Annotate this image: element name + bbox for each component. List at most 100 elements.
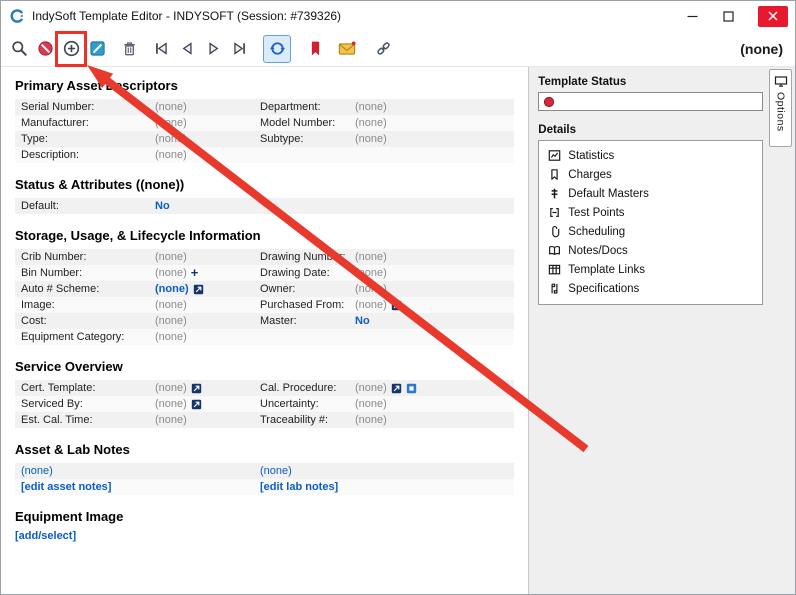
section-title: Status & Attributes ((none)) xyxy=(15,177,185,192)
scheduling-icon xyxy=(552,225,560,238)
charges-icon xyxy=(551,169,558,180)
titlebar: IndySoft Template Editor - INDYSOFT (Ses… xyxy=(1,1,795,31)
section-title: Storage, Usage, & Lifecycle Information xyxy=(15,228,261,243)
lab-notes-value: (none) xyxy=(260,465,292,477)
details-item-specifications[interactable]: Specifications xyxy=(539,279,762,298)
window-controls xyxy=(674,3,795,29)
template-editor-main: Primary Asset Descriptors Serial Number:… xyxy=(1,67,529,594)
details-item-label: Default Masters xyxy=(568,187,649,200)
field-value: (none) xyxy=(155,251,187,263)
maximize-button[interactable] xyxy=(710,3,746,29)
template-status-field[interactable] xyxy=(538,92,763,111)
close-button[interactable] xyxy=(758,5,788,27)
add-select-image-link[interactable]: [add/select] xyxy=(15,530,514,542)
delete-record-button[interactable] xyxy=(117,36,141,62)
details-item-notes-docs[interactable]: Notes/Docs xyxy=(539,241,762,260)
field-label: Master: xyxy=(260,315,297,327)
details-item-label: Test Points xyxy=(568,206,625,219)
details-item-scheduling[interactable]: Scheduling xyxy=(539,222,762,241)
details-item-label: Specifications xyxy=(568,282,640,295)
field-label: Uncertainty: xyxy=(260,398,319,410)
details-item-label: Statistics xyxy=(568,149,615,162)
edit-record-icon xyxy=(89,41,105,56)
section-title: Service Overview xyxy=(15,359,123,374)
email-button[interactable] xyxy=(335,36,359,62)
field-label: Model Number: xyxy=(260,117,336,129)
window-title: IndySoft Template Editor - INDYSOFT (Ses… xyxy=(32,9,342,23)
maximize-icon xyxy=(722,10,734,22)
field-label: Purchased From: xyxy=(260,299,345,311)
field-label: Image: xyxy=(21,299,55,311)
lookup-icon[interactable] xyxy=(391,300,402,311)
field-value: (none) xyxy=(155,101,187,113)
lookup-icon[interactable] xyxy=(191,383,202,394)
field-label: Serial Number: xyxy=(21,101,95,113)
lookup-icon[interactable] xyxy=(391,383,402,394)
details-item-label: Scheduling xyxy=(568,225,626,238)
details-label: Details xyxy=(538,124,577,136)
details-item-statistics[interactable]: Statistics xyxy=(539,146,762,165)
field-label: Bin Number: xyxy=(21,267,83,279)
field-row: Cost: (none) Master: No xyxy=(15,313,515,329)
field-value: (none) xyxy=(155,398,187,410)
nav-prev-icon xyxy=(182,42,192,55)
field-value[interactable]: No xyxy=(355,315,514,327)
section-storage: Storage, Usage, & Lifecycle Information … xyxy=(15,228,515,345)
add-record-button[interactable] xyxy=(55,30,87,67)
field-value-link[interactable]: (none) xyxy=(155,283,189,295)
field-value: (none) xyxy=(355,117,387,129)
nav-last-button[interactable] xyxy=(227,36,251,62)
field-value: (none) xyxy=(355,251,387,263)
field-label: Crib Number: xyxy=(21,251,87,263)
details-item-default-masters[interactable]: Default Masters xyxy=(539,184,762,203)
field-value[interactable]: No xyxy=(155,200,260,212)
view-icon[interactable] xyxy=(406,383,417,394)
template-links-icon xyxy=(549,264,561,275)
details-item-label: Notes/Docs xyxy=(568,244,628,257)
nav-first-button[interactable] xyxy=(149,36,173,62)
details-item-charges[interactable]: Charges xyxy=(539,165,762,184)
nav-prev-button[interactable] xyxy=(175,36,199,62)
options-tab[interactable]: Options xyxy=(769,69,792,147)
add-bin-icon[interactable]: + xyxy=(191,266,199,279)
clear-record-button[interactable] xyxy=(33,36,57,62)
nav-first-icon xyxy=(155,42,167,55)
link-button[interactable] xyxy=(371,36,395,62)
lookup-icon[interactable] xyxy=(191,399,202,410)
field-value: (none) xyxy=(155,315,187,327)
search-button[interactable] xyxy=(7,36,31,62)
edit-record-button[interactable] xyxy=(85,36,109,62)
refresh-button[interactable] xyxy=(263,34,291,63)
field-value: (none) xyxy=(355,283,387,295)
nav-last-icon xyxy=(233,42,245,55)
options-tab-label: Options xyxy=(774,92,787,132)
lookup-icon[interactable] xyxy=(193,284,204,295)
toolbar: (none) xyxy=(1,30,795,67)
field-row: Auto # Scheme: (none) Owner: (none) xyxy=(15,281,515,297)
nav-next-button[interactable] xyxy=(201,36,225,62)
refresh-icon xyxy=(269,42,285,55)
clear-record-icon xyxy=(37,41,53,56)
minimize-button[interactable] xyxy=(674,3,710,29)
section-status: Status & Attributes ((none)) Default: No xyxy=(15,177,515,214)
field-value: (none) xyxy=(355,382,387,394)
field-row: Image: (none) Purchased From: (none) xyxy=(15,297,515,313)
field-label: Cost: xyxy=(21,315,47,327)
field-value: (none) xyxy=(355,267,387,279)
field-label: Cal. Procedure: xyxy=(260,382,337,394)
details-item-template-links[interactable]: Template Links xyxy=(539,260,762,279)
app-logo-icon xyxy=(10,9,23,23)
field-label: Description: xyxy=(21,149,80,161)
asset-notes-value: (none) xyxy=(21,465,53,477)
notes-docs-icon xyxy=(549,245,561,255)
template-status-icon xyxy=(544,96,555,107)
edit-asset-notes-link[interactable]: [edit asset notes] xyxy=(15,481,260,493)
nav-next-icon xyxy=(208,42,218,55)
field-value: (none) xyxy=(355,414,387,426)
field-row: Default: No xyxy=(15,198,515,214)
bookmark-button[interactable] xyxy=(303,36,327,62)
section-title: Primary Asset Descriptors xyxy=(15,78,178,93)
field-value: (none) xyxy=(155,299,187,311)
edit-lab-notes-link[interactable]: [edit lab notes] xyxy=(260,481,514,493)
details-item-test-points[interactable]: Test Points xyxy=(539,203,762,222)
